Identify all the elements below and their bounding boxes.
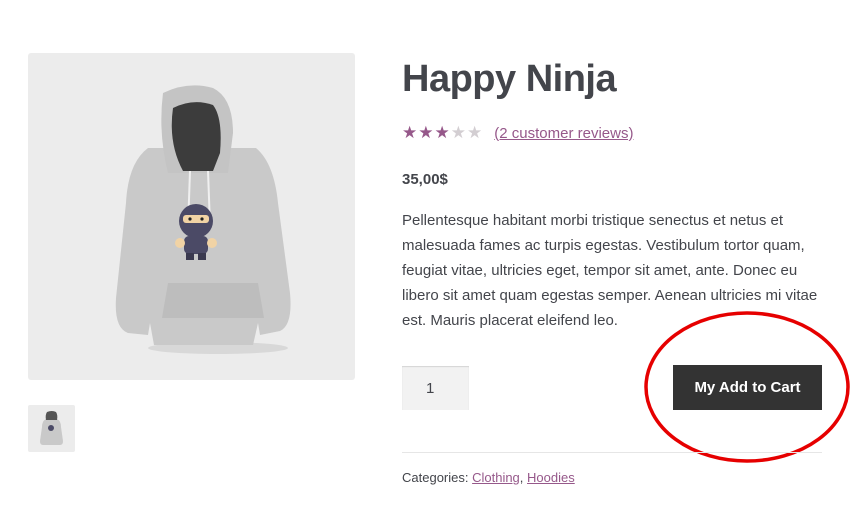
hoodie-image [115, 85, 291, 354]
category-separator: , [519, 470, 528, 485]
product-page: Happy Ninja ★ ★ ★ ★ ★ (2 customer reviews) 3… [0, 0, 855, 520]
product-price: 35,00$ [402, 171, 448, 188]
quantity-input[interactable] [402, 366, 469, 410]
category-link-hoodies[interactable]: Hoodies [527, 470, 575, 485]
star-rating: ★ ★ ★ ★ ★ [402, 124, 482, 142]
product-description: Pellentesque habitant morbi tristique se… [402, 212, 818, 329]
star-icon: ★ [467, 123, 483, 142]
product-categories: Categories: Clothing, Hoodies [402, 470, 575, 485]
category-link-clothing[interactable]: Clothing [472, 470, 520, 485]
product-main-image[interactable] [28, 53, 355, 380]
star-icon: ★ [450, 123, 466, 142]
product-title: Happy Ninja [402, 58, 617, 100]
hoodie-thumbnail-image [40, 411, 63, 445]
add-to-cart-button[interactable]: My Add to Cart [673, 365, 822, 410]
product-rating: ★ ★ ★ ★ ★ (2 customer reviews) [402, 124, 633, 142]
star-icon: ★ [402, 123, 418, 142]
divider [402, 452, 822, 453]
customer-reviews-link[interactable]: (2 customer reviews) [494, 125, 633, 142]
categories-label: Categories: [402, 470, 473, 485]
star-icon: ★ [434, 123, 450, 142]
star-icon: ★ [418, 123, 434, 142]
product-thumbnail[interactable] [28, 405, 75, 452]
